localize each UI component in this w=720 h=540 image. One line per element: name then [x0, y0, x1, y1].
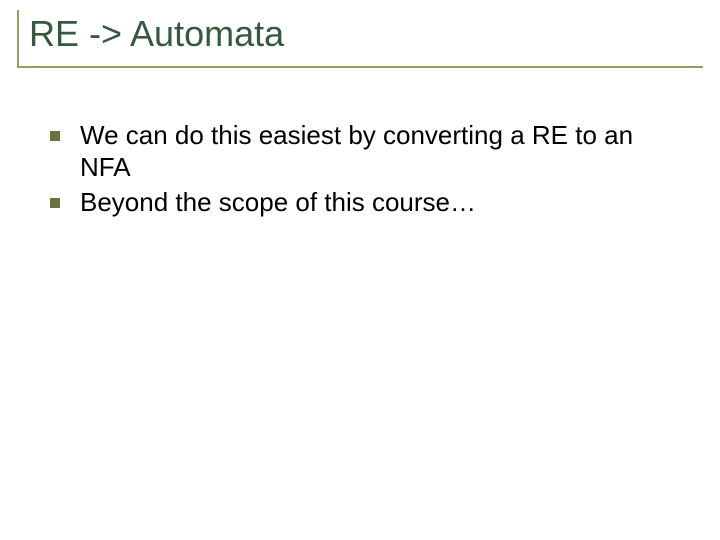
list-item: Beyond the scope of this course…: [50, 187, 670, 219]
square-bullet-icon: [50, 198, 60, 208]
body: We can do this easiest by converting a R…: [50, 120, 670, 223]
slide: RE -> Automata We can do this easiest by…: [0, 0, 720, 540]
bullet-text: We can do this easiest by converting a R…: [80, 120, 670, 183]
bullet-text: Beyond the scope of this course…: [80, 187, 476, 219]
title-box: RE -> Automata: [17, 10, 703, 68]
list-item: We can do this easiest by converting a R…: [50, 120, 670, 183]
slide-title: RE -> Automata: [29, 14, 703, 54]
square-bullet-icon: [50, 131, 60, 141]
